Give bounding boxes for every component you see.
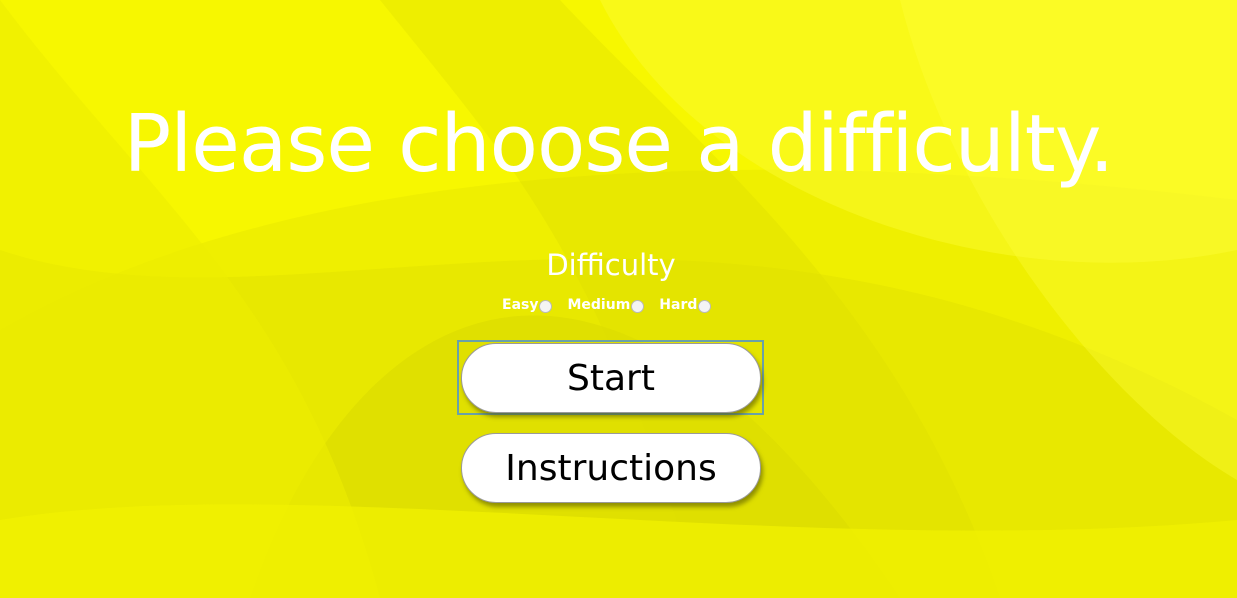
start-button[interactable]: Start (461, 343, 761, 413)
difficulty-label: Difficulty (546, 248, 676, 282)
option-hard[interactable]: Hard (659, 297, 712, 313)
option-easy[interactable]: Easy (502, 297, 553, 313)
instructions-button[interactable]: Instructions (461, 433, 761, 503)
difficulty-options: Easy Medium Hard (502, 295, 712, 315)
medium-radio[interactable] (631, 299, 645, 313)
option-hard-label: Hard (659, 297, 698, 313)
hard-radio[interactable] (698, 299, 712, 313)
option-medium[interactable]: Medium (567, 297, 645, 313)
easy-radio[interactable] (539, 299, 553, 313)
option-easy-label: Easy (502, 297, 539, 313)
main-menu: Please choose a difficulty. Difficulty E… (0, 0, 1237, 598)
page-title: Please choose a difficulty. (123, 98, 1115, 190)
option-medium-label: Medium (567, 297, 631, 313)
